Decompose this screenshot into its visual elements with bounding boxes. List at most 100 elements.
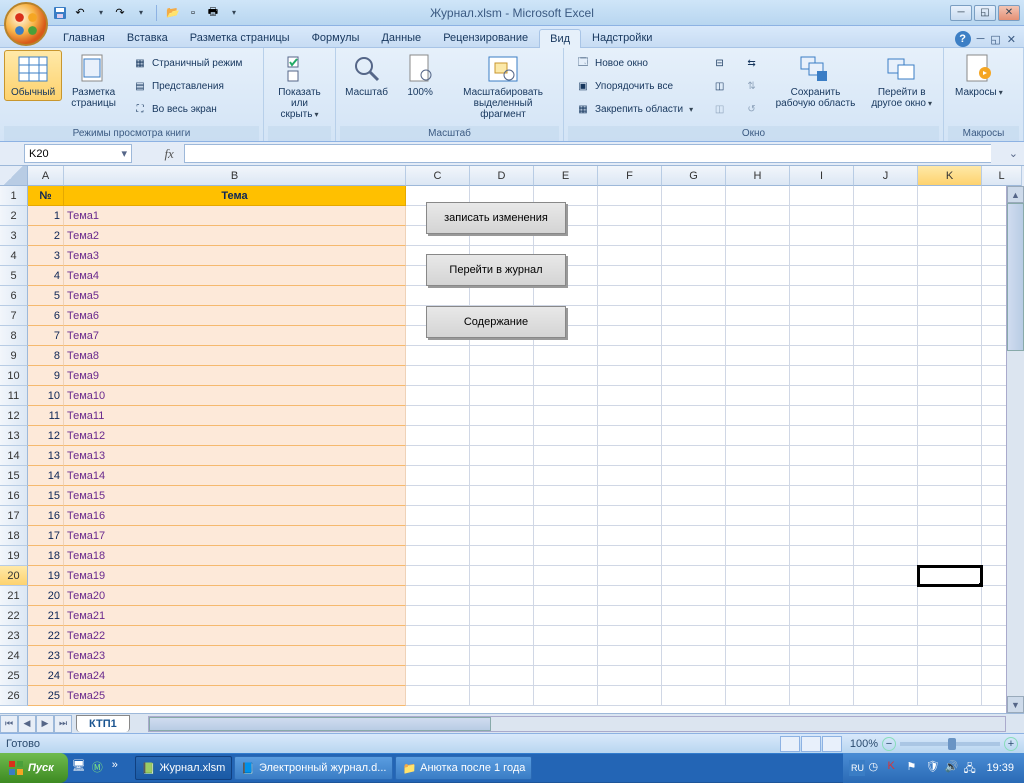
lang-indicator[interactable]: RU — [849, 760, 865, 776]
cell[interactable]: Тема3 — [64, 246, 406, 266]
scroll-up-icon[interactable]: ▲ — [1007, 186, 1024, 203]
cell[interactable] — [790, 286, 854, 306]
ribbon-tab[interactable]: Вставка — [116, 28, 179, 47]
row-header[interactable]: 4 — [0, 246, 28, 266]
cell[interactable] — [662, 586, 726, 606]
cell[interactable] — [854, 186, 918, 206]
column-header[interactable]: E — [534, 166, 598, 186]
cell[interactable] — [598, 306, 662, 326]
row-header[interactable]: 23 — [0, 626, 28, 646]
cell[interactable] — [406, 486, 470, 506]
cell[interactable] — [534, 526, 598, 546]
redo-icon[interactable]: ↷ — [112, 5, 128, 21]
row-header[interactable]: 17 — [0, 506, 28, 526]
split-button[interactable]: ⊟ — [707, 52, 733, 74]
goto-journal-button[interactable]: Перейти в журнал — [426, 254, 566, 286]
cell[interactable] — [918, 626, 982, 646]
cell[interactable] — [406, 626, 470, 646]
cell[interactable] — [726, 626, 790, 646]
cell[interactable] — [790, 426, 854, 446]
cell[interactable] — [918, 466, 982, 486]
cell[interactable]: Тема6 — [64, 306, 406, 326]
row-header[interactable]: 14 — [0, 446, 28, 466]
cell[interactable] — [534, 446, 598, 466]
cell[interactable]: Тема4 — [64, 266, 406, 286]
column-header[interactable]: K — [918, 166, 982, 186]
cell[interactable] — [790, 626, 854, 646]
cell[interactable] — [470, 566, 534, 586]
cell[interactable] — [790, 566, 854, 586]
cell[interactable]: Тема — [64, 186, 406, 206]
cell[interactable]: № — [28, 186, 64, 206]
cell[interactable] — [534, 406, 598, 426]
cell[interactable] — [406, 526, 470, 546]
cell[interactable] — [790, 506, 854, 526]
cell[interactable] — [790, 646, 854, 666]
cell[interactable]: Тема15 — [64, 486, 406, 506]
cell[interactable]: Тема19 — [64, 566, 406, 586]
cell[interactable] — [598, 686, 662, 706]
cell[interactable]: Тема2 — [64, 226, 406, 246]
cell[interactable]: Тема10 — [64, 386, 406, 406]
ribbon-tab[interactable]: Формулы — [301, 28, 371, 47]
cell[interactable] — [662, 306, 726, 326]
cell[interactable] — [726, 666, 790, 686]
cell[interactable] — [406, 366, 470, 386]
pagebreak-view-icon[interactable] — [822, 736, 842, 752]
cell[interactable] — [598, 486, 662, 506]
save-changes-button[interactable]: записать изменения — [426, 202, 566, 234]
cell[interactable] — [790, 206, 854, 226]
cell[interactable] — [790, 226, 854, 246]
cell[interactable] — [662, 406, 726, 426]
column-header[interactable]: A — [28, 166, 64, 186]
last-sheet-button[interactable]: ⏭ — [54, 715, 72, 733]
cell[interactable] — [406, 346, 470, 366]
row-header[interactable]: 9 — [0, 346, 28, 366]
switch-window-button[interactable]: Перейти в другое окно — [864, 50, 939, 112]
cell[interactable]: 21 — [28, 606, 64, 626]
cell[interactable] — [406, 586, 470, 606]
cell[interactable] — [726, 586, 790, 606]
tray-icon[interactable]: 🛡 — [925, 760, 941, 776]
row-header[interactable]: 25 — [0, 666, 28, 686]
cell[interactable]: Тема22 — [64, 626, 406, 646]
cell[interactable] — [470, 426, 534, 446]
cell[interactable] — [534, 386, 598, 406]
row-header[interactable]: 18 — [0, 526, 28, 546]
doc-restore-icon[interactable]: ◱ — [990, 33, 1000, 46]
cell[interactable] — [598, 566, 662, 586]
cell[interactable] — [790, 346, 854, 366]
cell[interactable] — [534, 686, 598, 706]
cell[interactable]: Тема1 — [64, 206, 406, 226]
cell[interactable] — [534, 346, 598, 366]
cell[interactable] — [854, 206, 918, 226]
cell[interactable] — [854, 606, 918, 626]
cell[interactable] — [790, 686, 854, 706]
cell[interactable] — [726, 186, 790, 206]
column-header[interactable]: L — [982, 166, 1022, 186]
fx-icon[interactable]: fx — [160, 146, 177, 162]
cell[interactable] — [726, 426, 790, 446]
cell[interactable]: Тема7 — [64, 326, 406, 346]
doc-minimize-icon[interactable]: ─ — [977, 33, 985, 45]
normal-view-button[interactable]: Обычный — [4, 50, 62, 101]
cell[interactable] — [662, 686, 726, 706]
contents-button[interactable]: Содержание — [426, 306, 566, 338]
cell[interactable] — [854, 406, 918, 426]
cell[interactable] — [854, 246, 918, 266]
cell[interactable] — [534, 546, 598, 566]
ribbon-tab[interactable]: Разметка страницы — [179, 28, 301, 47]
cell[interactable] — [726, 366, 790, 386]
vertical-scrollbar[interactable]: ▲ ▼ — [1006, 186, 1024, 713]
unhide-button[interactable]: ◫ — [707, 98, 733, 120]
cell[interactable] — [854, 266, 918, 286]
cell[interactable]: 11 — [28, 406, 64, 426]
cell[interactable] — [470, 546, 534, 566]
cell[interactable] — [726, 686, 790, 706]
cell[interactable] — [790, 606, 854, 626]
cell[interactable] — [662, 486, 726, 506]
cell[interactable] — [662, 346, 726, 366]
cell[interactable] — [534, 506, 598, 526]
ribbon-tab[interactable]: Данные — [370, 28, 432, 47]
cell[interactable] — [598, 546, 662, 566]
